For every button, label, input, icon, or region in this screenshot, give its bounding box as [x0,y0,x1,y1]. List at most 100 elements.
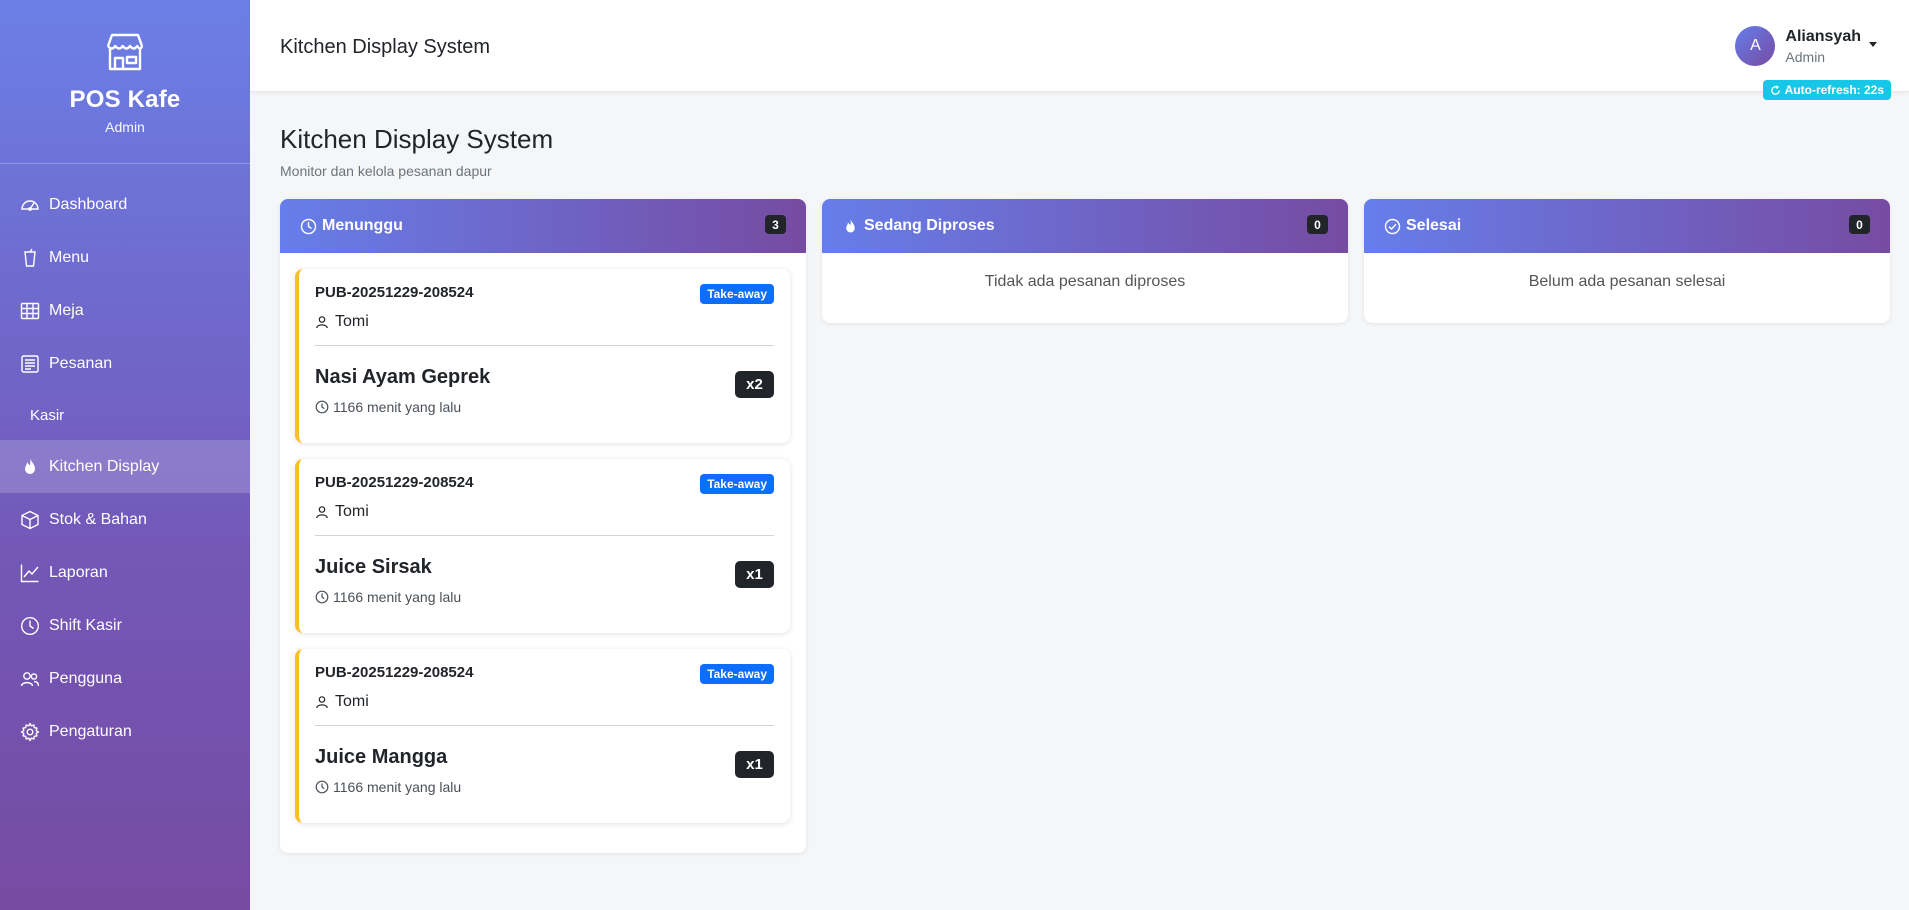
order-card[interactable]: PUB-20251229-208524 Take-away Tomi Nasi … [295,269,790,443]
sidebar-item-stok[interactable]: Stok & Bahan [0,493,250,546]
sidebar-item-label: Shift Kasir [49,616,122,634]
refresh-icon [1770,84,1780,95]
user-info: Aliansyah Admin [1785,28,1861,65]
item-name: Juice Mangga [315,746,448,768]
sidebar-item-pengaturan[interactable]: Pengaturan [0,705,250,758]
empty-message: Belum ada pesanan selesai [1528,273,1726,290]
main-content: Kitchen Display System Monitor dan kelol… [280,92,1890,853]
fire-icon [842,218,859,235]
divider [315,345,774,346]
sidebar-item-shift-kasir[interactable]: Shift Kasir [0,599,250,652]
column-done: Selesai 0 Belum ada pesanan selesai [1364,199,1890,323]
quantity-badge: x2 [735,371,774,398]
person-icon [315,315,329,329]
customer: Tomi [315,693,774,711]
sidebar-item-label: Pesanan [49,354,113,372]
clock-icon [20,616,40,636]
page-subtitle: Monitor dan kelola pesanan dapur [280,163,492,179]
fire-icon [20,457,40,477]
column-processing: Sedang Diproses 0 Tidak ada pesanan dipr… [822,199,1348,323]
page-title: Kitchen Display System [280,124,554,154]
column-header: Selesai 0 [1364,199,1890,253]
order-time: 1166 menit yang lalu [315,399,774,415]
people-icon [20,669,40,689]
sidebar-item-kitchen-display[interactable]: Kitchen Display [0,440,250,493]
sidebar-item-laporan[interactable]: Laporan [0,546,250,599]
count-badge: 3 [765,215,786,234]
quantity-badge: x1 [735,751,774,778]
order-card[interactable]: PUB-20251229-208524 Take-away Tomi Juice… [295,459,790,633]
order-type-badge: Take-away [700,664,774,684]
brand: POS Kafe Admin [0,0,250,164]
sidebar-item-label: Meja [49,301,84,319]
box-icon [20,510,40,530]
clock-icon [300,218,317,235]
customer-name: Tomi [335,693,369,710]
sidebar-item-menu[interactable]: Menu [0,231,250,284]
sidebar-item-label: Laporan [49,563,108,581]
elapsed-time: 1166 menit yang lalu [333,779,462,795]
sidebar-item-label: Menu [49,248,90,266]
order-card[interactable]: PUB-20251229-208524 Take-away Tomi Juice… [295,649,790,823]
column-title: Sedang Diproses [864,217,995,234]
auto-refresh-badge: Auto-refresh: 22s [1762,80,1891,100]
receipt-icon [20,354,40,374]
top-header: Kitchen Display System A Aliansyah Admin [250,0,1909,92]
sidebar-item-label: Kasir [30,406,65,424]
order-time: 1166 menit yang lalu [315,779,774,795]
clock-icon [315,780,329,794]
sidebar-item-dashboard[interactable]: Dashboard [0,178,250,231]
person-icon [315,505,329,519]
sidebar-nav: Dashboard Menu Meja Pesanan Kasir Kitche… [0,164,250,758]
sidebar-item-kasir[interactable]: Kasir [0,390,250,440]
brand-subtitle: Admin [105,119,145,135]
sidebar-item-label: Dashboard [49,195,128,213]
order-type-badge: Take-away [700,474,774,494]
elapsed-time: 1166 menit yang lalu [333,399,462,415]
sidebar: POS Kafe Admin Dashboard Menu Meja Pesan… [0,0,250,910]
user-name: Aliansyah [1785,27,1861,45]
count-badge: 0 [1849,215,1870,234]
sidebar-item-pesanan[interactable]: Pesanan [0,337,250,390]
customer-name: Tomi [335,503,369,520]
check-circle-icon [1384,218,1401,235]
clock-icon [315,590,329,604]
user-menu[interactable]: A Aliansyah Admin [1735,26,1877,66]
sidebar-item-label: Kitchen Display [49,457,160,475]
order-type-badge: Take-away [700,284,774,304]
customer: Tomi [315,503,774,521]
quantity-badge: x1 [735,561,774,588]
sidebar-item-meja[interactable]: Meja [0,284,250,337]
column-title: Menunggu [322,217,403,234]
table-icon [20,301,40,321]
elapsed-time: 1166 menit yang lalu [333,589,462,605]
caret-down-icon [1869,41,1877,47]
auto-refresh-label: Auto-refresh: 22s [1784,83,1884,97]
order-time: 1166 menit yang lalu [315,589,774,605]
column-header: Menunggu 3 [280,199,806,253]
count-badge: 0 [1307,215,1328,234]
header-title: Kitchen Display System [280,36,491,58]
empty-message: Tidak ada pesanan diproses [984,273,1186,290]
sidebar-item-label: Stok & Bahan [49,510,147,528]
cup-icon [20,248,40,268]
column-title: Selesai [1406,217,1462,234]
avatar: A [1735,26,1776,66]
customer-name: Tomi [335,313,369,330]
chart-line-icon [20,563,40,583]
sidebar-item-label: Pengaturan [49,722,132,740]
gear-icon [20,722,40,742]
person-icon [315,695,329,709]
divider [315,535,774,536]
sidebar-item-pengguna[interactable]: Pengguna [0,652,250,705]
order-list: PUB-20251229-208524 Take-away Tomi Nasi … [280,253,806,853]
customer: Tomi [315,313,774,331]
sidebar-item-label: Pengguna [49,669,122,687]
brand-title: POS Kafe [69,86,181,113]
clock-icon [315,400,329,414]
item-name: Juice Sirsak [315,556,432,578]
item-name: Nasi Ayam Geprek [315,366,491,388]
column-waiting: Menunggu 3 PUB-20251229-208524 Take-away… [280,199,806,853]
divider [315,725,774,726]
user-role: Admin [1785,48,1826,65]
